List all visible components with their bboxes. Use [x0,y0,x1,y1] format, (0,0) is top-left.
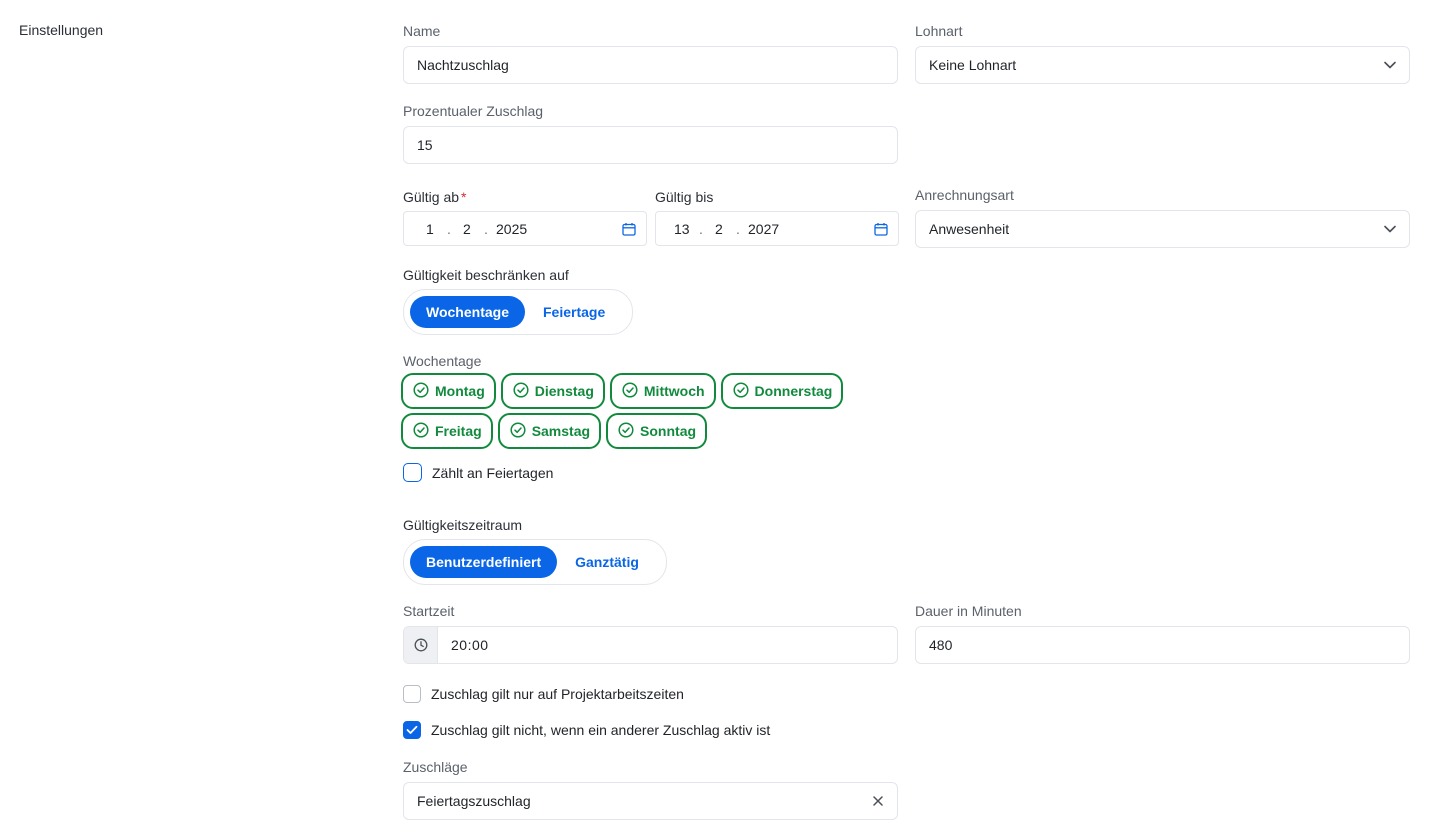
weekday-chip-samstag[interactable]: Samstag [497,413,602,449]
gueltig-bis-label: Gültig bis [655,189,714,205]
dauer-input[interactable]: 480 [915,626,1410,664]
date-month[interactable]: 2 [715,221,723,237]
name-input[interactable]: Nachtzuschlag [403,46,898,84]
zuschlaege-label: Zuschläge [403,759,468,775]
calendar-icon[interactable] [622,222,636,239]
weekday-chip-freitag[interactable]: Freitag [401,413,493,449]
prozent-input[interactable]: 15 [403,126,898,164]
startzeit-input[interactable]: 20:00 [403,626,898,664]
segment-feiertage[interactable]: Feiertage [525,296,621,328]
chevron-down-icon [1384,223,1396,235]
segment-benutzerdefiniert[interactable]: Benutzerdefiniert [410,546,558,578]
name-label: Name [403,23,441,39]
feiertage-checkbox[interactable] [403,463,422,482]
dauer-label: Dauer in Minuten [915,603,1022,619]
check-circle-icon [413,381,429,401]
date-day[interactable]: 1 [426,221,434,237]
weekday-chip-dienstag[interactable]: Dienstag [500,373,605,409]
date-separator: . [447,221,451,237]
clear-icon[interactable] [872,795,884,807]
weekday-chip-mittwoch[interactable]: Mittwoch [609,373,716,409]
date-month[interactable]: 2 [463,221,471,237]
beschraenkung-segmented-control: Wochentage Feiertage [403,289,633,335]
section-label: Einstellungen [19,22,104,38]
zeitraum-segmented-control: Benutzerdefiniert Ganztätig [403,539,667,585]
date-day[interactable]: 13 [674,221,690,237]
lohnart-select[interactable]: Keine Lohnart [915,46,1410,84]
weekday-chip-montag[interactable]: Montag [401,373,496,409]
anderer-zuschlag-checkbox-row[interactable]: Zuschlag gilt nicht, wenn ein anderer Zu… [403,721,770,739]
check-circle-icon [618,421,634,441]
chip-label: Freitag [435,423,482,439]
lohnart-value: Keine Lohnart [929,57,1017,73]
weekday-chip-donnerstag[interactable]: Donnerstag [720,373,844,409]
date-year[interactable]: 2027 [748,221,779,237]
chip-label: Samstag [531,423,591,439]
lohnart-label: Lohnart [915,23,963,39]
gueltig-ab-label-text: Gültig ab [403,189,460,205]
prozent-value: 15 [417,137,433,153]
check-circle-icon [732,381,749,401]
projekt-checkbox[interactable] [403,685,421,703]
zeitraum-label: Gültigkeitszeitraum [403,517,523,533]
startzeit-value: 20:00 [451,637,489,653]
anrechnungsart-label: Anrechnungsart [915,187,1014,203]
date-year[interactable]: 2025 [496,221,527,237]
chevron-down-icon [1384,59,1396,71]
segment-wochentage[interactable]: Wochentage [410,296,525,328]
weekday-chip-row: Montag Dienstag Mittwoch Donnerstag [401,373,844,409]
segment-ganztaetig[interactable]: Ganztätig [557,546,655,578]
startzeit-label: Startzeit [403,603,455,619]
name-value: Nachtzuschlag [417,57,509,73]
wochentage-label: Wochentage [403,353,482,369]
weekday-chip-sonntag[interactable]: Sonntag [606,413,708,449]
gueltig-bis-date-input[interactable]: 13 . 2 . 2027 [655,211,899,246]
check-circle-icon [513,381,529,401]
check-circle-icon [622,381,638,401]
zuschlaege-select[interactable]: Feiertagszuschlag [403,782,898,820]
anderer-zuschlag-checkbox[interactable] [403,721,421,739]
gueltig-ab-date-input[interactable]: 1 . 2 . 2025 [403,211,647,246]
date-separator: . [484,221,488,237]
check-circle-icon [413,421,429,441]
projekt-checkbox-label: Zuschlag gilt nur auf Projektarbeitszeit… [431,686,684,702]
calendar-icon[interactable] [874,222,888,239]
date-separator: . [699,221,703,237]
date-separator: . [736,221,740,237]
prozent-label: Prozentualer Zuschlag [403,103,544,119]
chip-label: Montag [435,383,485,399]
anderer-zuschlag-checkbox-label: Zuschlag gilt nicht, wenn ein anderer Zu… [431,722,771,738]
clock-icon [404,627,438,663]
dauer-value: 480 [929,637,953,653]
weekday-chip-row: Freitag Samstag Sonntag [401,413,708,449]
zuschlaege-value: Feiertagszuschlag [417,793,531,809]
chip-label: Mittwoch [643,383,705,399]
required-marker: * [461,189,467,205]
checkmark-icon [406,725,418,734]
feiertage-checkbox-label: Zählt an Feiertagen [432,464,554,481]
gueltig-ab-label: Gültig ab * [403,188,467,206]
check-circle-icon [510,421,526,441]
projekt-checkbox-row[interactable]: Zuschlag gilt nur auf Projektarbeitszeit… [403,685,684,703]
anrechnungsart-select[interactable]: Anwesenheit [915,210,1410,248]
chip-label: Donnerstag [754,383,833,399]
chip-label: Dienstag [534,383,594,399]
feiertage-checkbox-row[interactable]: Zählt an Feiertagen [403,463,553,482]
chip-label: Sonntag [640,423,697,439]
beschraenkung-label: Gültigkeit beschränken auf [403,267,569,283]
anrechnungsart-value: Anwesenheit [929,221,1010,237]
